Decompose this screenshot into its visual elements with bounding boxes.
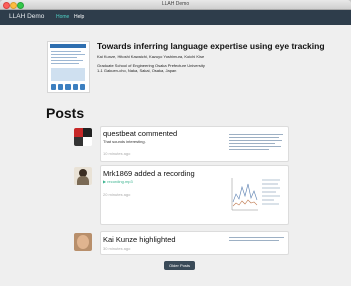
avatar[interactable] bbox=[74, 167, 92, 185]
window-titlebar: LLAH Demo bbox=[0, 0, 351, 10]
recording-link[interactable]: ▶ recording.mp3 bbox=[103, 179, 133, 184]
thumbnail-header-band bbox=[50, 44, 86, 48]
nav-help-link[interactable]: Help bbox=[74, 14, 84, 20]
recording-plot-preview[interactable] bbox=[228, 172, 282, 216]
preview-text-line bbox=[229, 146, 281, 147]
preview-text-line bbox=[229, 149, 269, 150]
older-posts-button[interactable]: Older Posts bbox=[164, 261, 195, 270]
post-comment: That sounds interesting. bbox=[103, 139, 146, 144]
post-document-preview[interactable] bbox=[229, 133, 285, 155]
thumbnail-text-line bbox=[51, 54, 85, 55]
preview-text-line bbox=[229, 240, 279, 241]
post-timestamp: 10 minutes ago bbox=[103, 151, 131, 156]
post-card[interactable]: Kai Kunze highlighted 30 minutes ago bbox=[100, 231, 289, 255]
paper-address: 1-1 Gakuen-cho, Naka, Sakai, Osaka, Japa… bbox=[97, 68, 177, 73]
thumbnail-icon bbox=[51, 84, 57, 90]
thumbnail-text-line bbox=[51, 60, 83, 61]
avatar-block bbox=[74, 137, 83, 146]
avatar-block bbox=[74, 128, 83, 137]
paper-authors: Kai Kunze, Hitoshi Kawaichi, Kazuyo Yosh… bbox=[97, 54, 205, 59]
post-title: Kai Kunze highlighted bbox=[103, 235, 176, 244]
recording-filename: recording.mp3 bbox=[107, 179, 133, 184]
paper-title: Towards inferring language expertise usi… bbox=[97, 41, 325, 51]
thumbnail-icon bbox=[58, 84, 64, 90]
avatar[interactable] bbox=[74, 233, 92, 251]
top-navbar: LLAH Demo Home Help bbox=[0, 10, 351, 25]
window-title: LLAH Demo bbox=[161, 1, 190, 7]
preview-text-line bbox=[229, 143, 275, 144]
preview-text-line bbox=[229, 134, 283, 135]
post-card[interactable]: Mrk1869 added a recording ▶ recording.mp… bbox=[100, 165, 289, 225]
avatar-body bbox=[77, 176, 89, 185]
thumbnail-text-line bbox=[51, 57, 77, 58]
thumbnail-text-line bbox=[51, 63, 79, 64]
post-highlight-preview[interactable] bbox=[229, 236, 285, 244]
preview-text-line bbox=[229, 137, 279, 138]
avatar[interactable] bbox=[74, 128, 92, 146]
avatar-block bbox=[83, 137, 92, 146]
thumbnail-icon bbox=[65, 84, 71, 90]
thumbnail-icon-row bbox=[51, 84, 86, 90]
brand-link[interactable]: LLAH Demo bbox=[9, 13, 44, 20]
thumbnail-text-line bbox=[51, 51, 81, 52]
nav-home-link[interactable]: Home bbox=[56, 14, 69, 20]
thumbnail-icon bbox=[72, 84, 78, 90]
preview-text-line bbox=[229, 140, 282, 141]
post-title: Mrk1869 added a recording bbox=[103, 169, 195, 178]
main-content: Towards inferring language expertise usi… bbox=[0, 25, 351, 286]
post-card[interactable]: questbeat commented That sounds interest… bbox=[100, 126, 289, 162]
post-timestamp: 30 minutes ago bbox=[103, 246, 131, 251]
posts-heading: Posts bbox=[46, 105, 85, 121]
thumbnail-figure bbox=[51, 68, 85, 81]
post-timestamp: 20 minutes ago bbox=[103, 192, 131, 197]
post-title: questbeat commented bbox=[103, 129, 178, 138]
paper-thumbnail[interactable] bbox=[47, 41, 90, 93]
avatar-face bbox=[77, 235, 89, 249]
avatar-block bbox=[83, 128, 92, 137]
preview-text-line bbox=[229, 237, 284, 238]
thumbnail-icon bbox=[79, 84, 86, 90]
app-window: LLAH Demo LLAH Demo Home Help Towards in… bbox=[0, 0, 351, 286]
